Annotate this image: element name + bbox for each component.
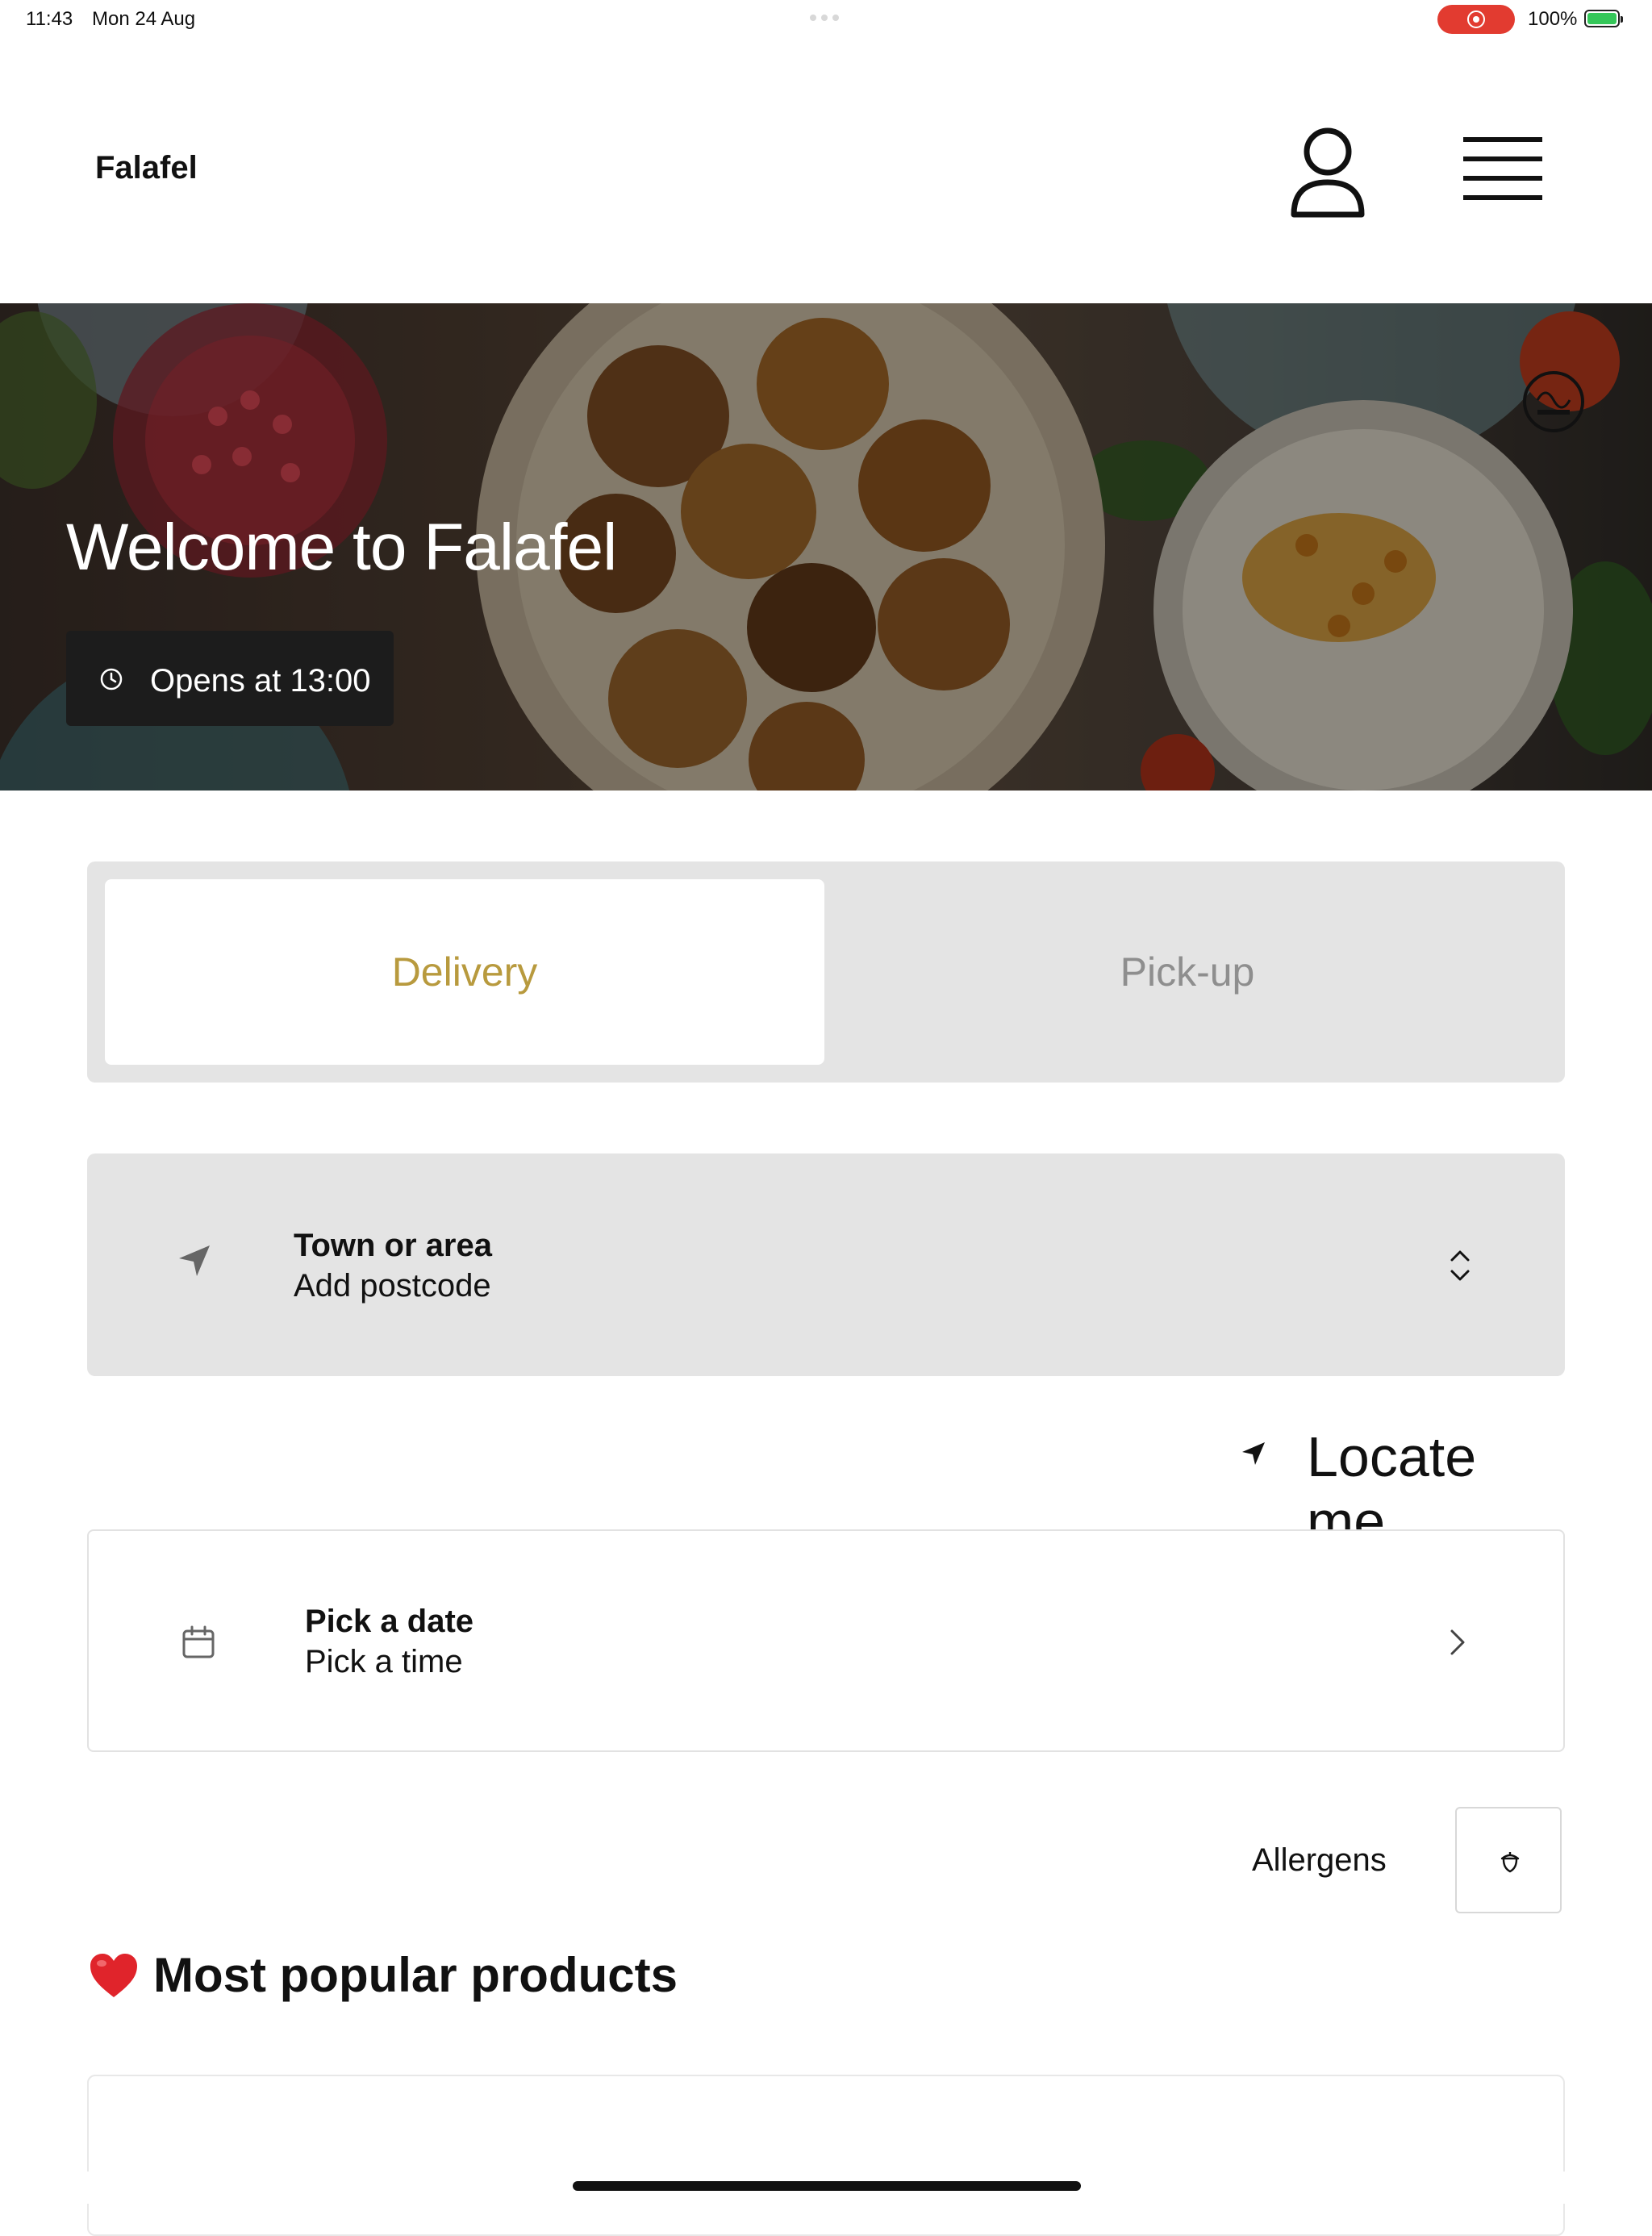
product-card[interactable] [87,2075,1565,2236]
clock-icon [100,668,123,690]
welcome-title: Welcome to Falafel [66,511,617,584]
battery-charging-icon [1584,10,1623,27]
calendar-icon [182,1625,215,1658]
account-button[interactable] [1287,124,1368,221]
location-subtitle: Add postcode [294,1268,491,1304]
status-bar: 11:43 Mon 24 Aug 100% [0,0,1652,39]
date-time-picker[interactable]: Pick a date Pick a time [87,1529,1565,1752]
person-icon [1291,127,1365,218]
order-mode-switch: Delivery Pick-up [87,861,1565,1083]
opening-time-badge: Opens at 13:00 [66,631,394,726]
hero-banner: Welcome to Falafel Opens at 13:00 [0,303,1652,791]
status-time: 11:43 [26,8,73,30]
home-indicator[interactable] [573,2181,1081,2191]
screen-recording-icon[interactable] [1437,5,1515,34]
tab-delivery[interactable]: Delivery [105,879,824,1065]
acorn-icon [1500,1852,1520,1873]
location-arrow-icon [1242,1442,1265,1465]
popular-products-heading: Most popular products [89,1947,678,2003]
opening-time-text: Opens at 13:00 [150,663,371,699]
battery-percent: 100% [1528,8,1578,30]
locate-me-button[interactable]: Locate me [1239,1418,1565,1553]
menu-button[interactable] [1458,132,1547,205]
multitasking-dots-icon[interactable] [810,15,842,21]
allergens-button[interactable] [1455,1807,1562,1913]
time-subtitle: Pick a time [305,1644,463,1679]
hamburger-menu-icon [1463,137,1542,200]
chevron-up-down-icon [1450,1250,1470,1281]
red-heart-icon [90,1953,137,1997]
location-selector[interactable]: Town or area Add postcode [87,1153,1565,1376]
popular-heading-text: Most popular products [153,1948,678,2002]
allergens-label: Allergens [1252,1842,1387,1878]
brand-name[interactable]: Falafel [95,150,198,186]
location-title: Town or area [294,1228,492,1263]
tab-pick-up[interactable]: Pick-up [828,879,1547,1065]
status-date: Mon 24 Aug [92,8,196,30]
location-arrow-icon [179,1245,210,1276]
chevron-right-icon [1450,1629,1465,1655]
date-title: Pick a date [305,1604,474,1639]
